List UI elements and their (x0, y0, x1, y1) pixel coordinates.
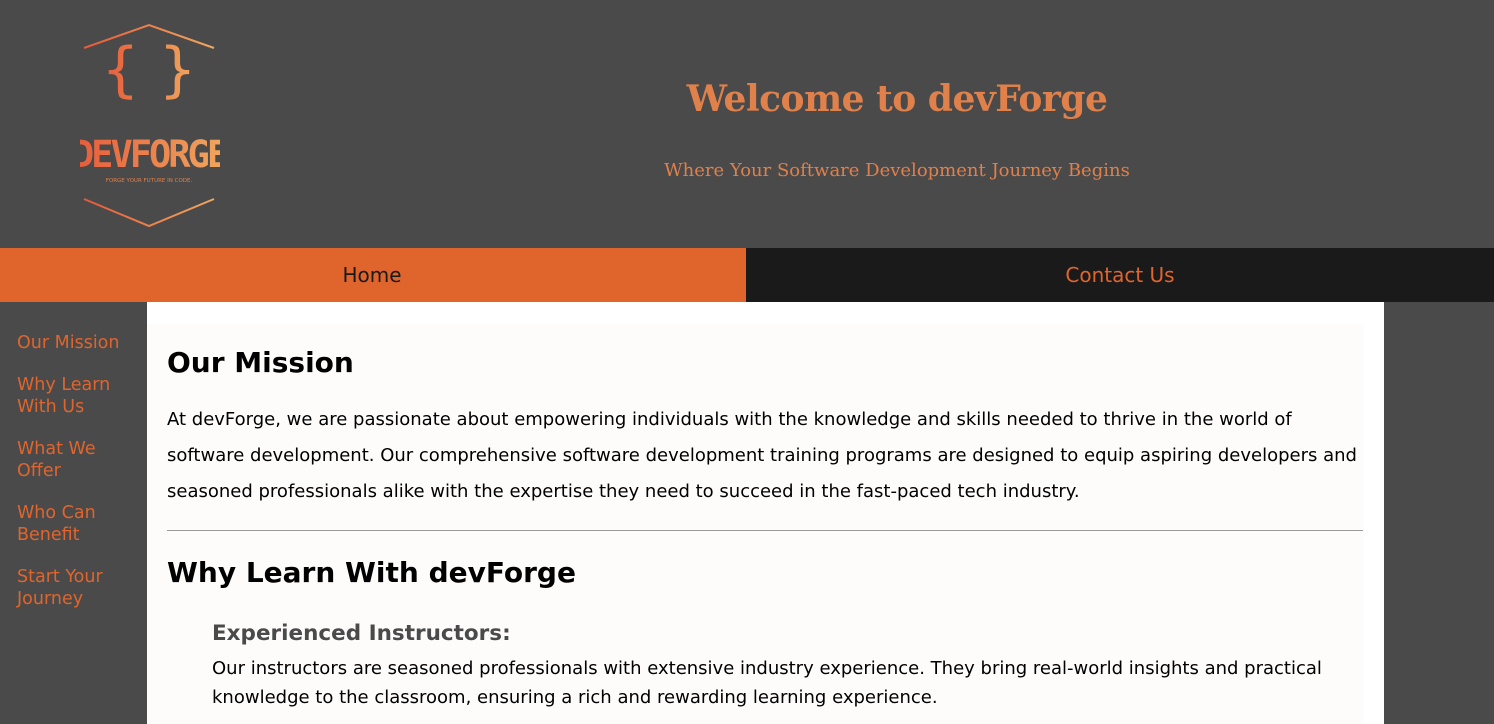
instructors-heading: Experienced Instructors: (212, 621, 511, 646)
nav-home-label: Home (342, 263, 402, 287)
site-header: { } DEVFORGE FORGE YOUR FUTURE IN CODE. … (0, 0, 1494, 248)
sidebar-item-who-can-benefit[interactable]: Who Can Benefit (17, 502, 117, 546)
section-divider (167, 530, 1363, 531)
nav-contact-link[interactable]: Contact Us (746, 248, 1494, 302)
sidebar-item-what-we-offer[interactable]: What We Offer (17, 438, 117, 482)
devforge-logo-graphic: { } DEVFORGE FORGE YOUR FUTURE IN CODE. (80, 23, 220, 228)
sidebar-item-start-journey[interactable]: Start Your Journey (17, 566, 117, 610)
why-heading: Why Learn With devForge (167, 556, 576, 589)
devforge-logo[interactable]: { } DEVFORGE FORGE YOUR FUTURE IN CODE. (80, 22, 220, 232)
content-card: Our Mission At devForge, we are passiona… (147, 324, 1364, 724)
sidebar-item-why-learn[interactable]: Why Learn With Us (17, 374, 127, 418)
page-subtitle: Where Your Software Development Journey … (664, 160, 1130, 181)
sidebar-item-our-mission[interactable]: Our Mission (17, 332, 142, 354)
sidebar: Our Mission Why Learn With Us What We Of… (0, 302, 147, 724)
main-nav: Home Contact Us (0, 248, 1494, 302)
right-gutter (1384, 302, 1494, 724)
page-title: Welcome to devForge (686, 78, 1108, 120)
main-content: Our Mission At devForge, we are passiona… (147, 302, 1384, 724)
nav-contact-label: Contact Us (1065, 263, 1175, 287)
logo-brand: DEVFORGE (80, 133, 220, 176)
svg-text:{ }: { } (101, 35, 196, 105)
mission-heading: Our Mission (167, 346, 354, 379)
mission-text: At devForge, we are passionate about emp… (167, 409, 1357, 502)
nav-home-link[interactable]: Home (0, 248, 746, 302)
logo-tagline: FORGE YOUR FUTURE IN CODE. (106, 178, 193, 184)
instructors-text: Our instructors are seasoned professiona… (212, 658, 1322, 708)
